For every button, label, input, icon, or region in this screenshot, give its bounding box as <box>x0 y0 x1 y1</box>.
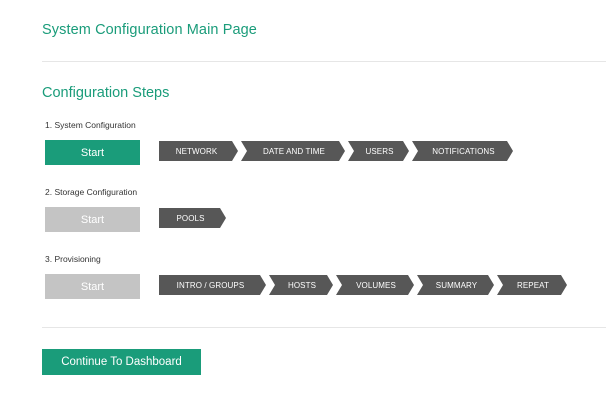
substep-pools[interactable]: POOLS <box>159 208 226 228</box>
substep-summary[interactable]: SUMMARY <box>417 275 494 295</box>
step-1-start-button[interactable]: Start <box>45 140 140 165</box>
page-title: System Configuration Main Page <box>42 22 257 38</box>
substep-users[interactable]: USERS <box>348 141 409 161</box>
substep-repeat[interactable]: REPEAT <box>497 275 567 295</box>
step-3-label: 3. Provisioning <box>45 254 101 264</box>
substep-network[interactable]: NETWORK <box>159 141 238 161</box>
step-2-start-button[interactable]: Start <box>45 207 140 232</box>
substep-date-and-time[interactable]: DATE AND TIME <box>241 141 345 161</box>
footer-divider <box>42 327 606 328</box>
step-1-substeps: NETWORK DATE AND TIME USERS NOTIFICATION… <box>159 141 516 161</box>
substep-intro-groups[interactable]: INTRO / GROUPS <box>159 275 266 295</box>
step-3-substeps: INTRO / GROUPS HOSTS VOLUMES SUMMARY REP… <box>159 275 570 295</box>
step-1-label: 1. System Configuration <box>45 120 136 130</box>
step-2-substeps: POOLS <box>159 208 229 228</box>
step-3-start-button[interactable]: Start <box>45 274 140 299</box>
step-2-label: 2. Storage Configuration <box>45 187 138 197</box>
header-divider <box>42 61 606 62</box>
continue-to-dashboard-button[interactable]: Continue To Dashboard <box>42 349 201 375</box>
section-title: Configuration Steps <box>42 85 170 101</box>
substep-notifications[interactable]: NOTIFICATIONS <box>412 141 513 161</box>
substep-hosts[interactable]: HOSTS <box>269 275 333 295</box>
substep-volumes[interactable]: VOLUMES <box>336 275 414 295</box>
